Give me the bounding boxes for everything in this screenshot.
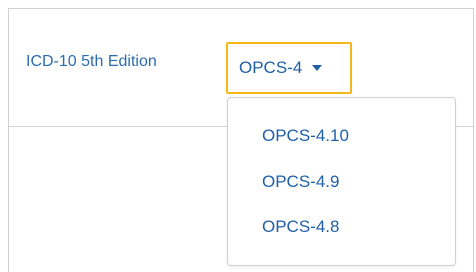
menu-item-opcs-4-8[interactable]: OPCS-4.8 [262, 217, 339, 237]
dropdown-selected-label: OPCS-4 [239, 58, 303, 77]
caret-down-icon [312, 65, 323, 71]
menu-item-opcs-4-10[interactable]: OPCS-4.10 [262, 126, 349, 146]
opcs-dropdown-toggle[interactable]: OPCS-4 [226, 42, 352, 94]
opcs-dropdown-menu: OPCS-4.10 OPCS-4.9 OPCS-4.8 [227, 97, 456, 266]
menu-item-opcs-4-9[interactable]: OPCS-4.9 [262, 172, 339, 192]
edition-selector-panel: ICD-10 5th Edition OPCS-4 OPCS-4.10 OPCS… [8, 8, 474, 272]
nav-link-icd10[interactable]: ICD-10 5th Edition [26, 53, 157, 71]
